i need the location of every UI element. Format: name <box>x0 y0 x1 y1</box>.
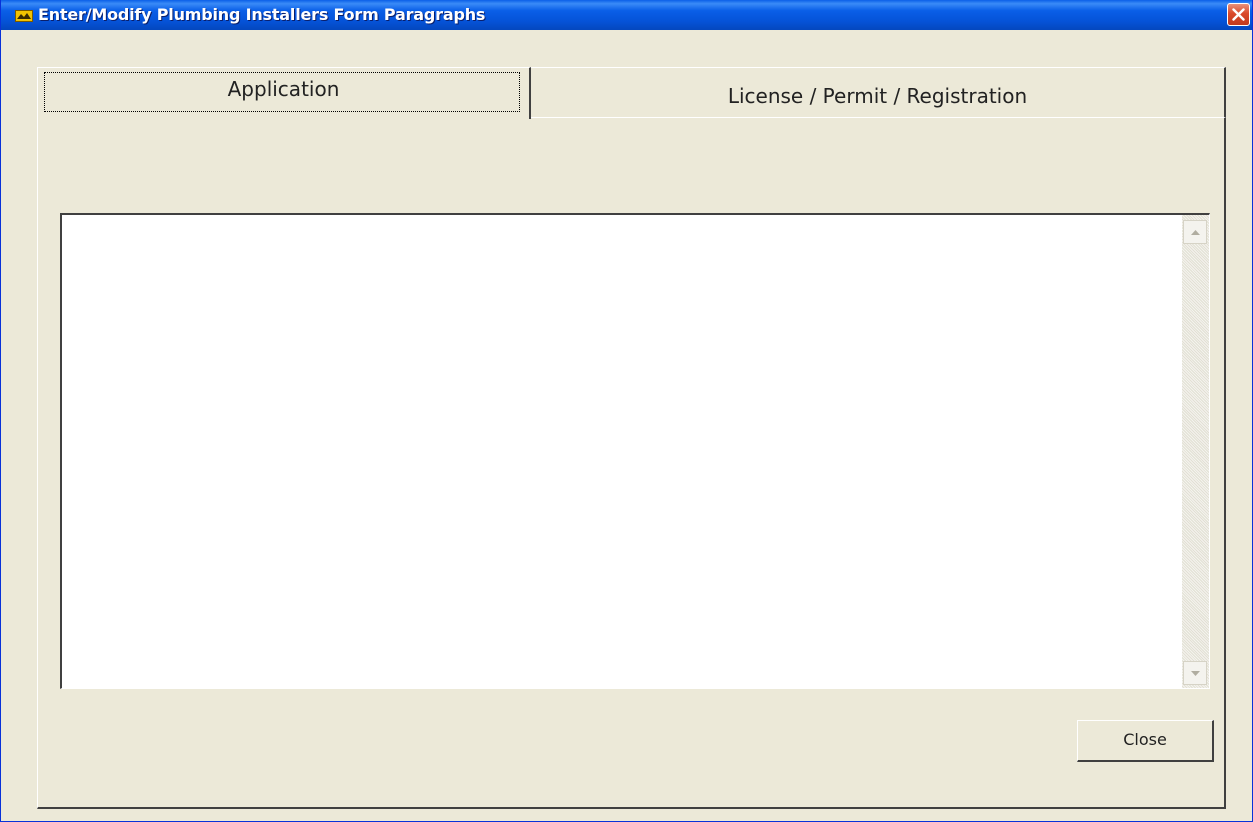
scroll-down-button[interactable] <box>1183 661 1207 685</box>
app-icon <box>15 10 33 22</box>
tab-license-permit-registration[interactable]: License / Permit / Registration <box>531 67 1226 117</box>
dialog-window: Enter/Modify Plumbing Installers Form Pa… <box>0 0 1253 822</box>
scroll-up-arrow-icon <box>1191 230 1200 235</box>
window-title: Enter/Modify Plumbing Installers Form Pa… <box>38 5 486 24</box>
tab-application[interactable]: Application <box>37 67 531 119</box>
close-button[interactable]: Close <box>1077 720 1214 762</box>
tab-label: License / Permit / Registration <box>727 84 1028 108</box>
vertical-scrollbar[interactable] <box>1182 215 1209 688</box>
paragraph-text-input[interactable] <box>62 215 1180 688</box>
paragraph-text-area <box>60 213 1210 689</box>
tab-label: Application <box>227 77 340 101</box>
scroll-down-arrow-icon <box>1191 671 1200 676</box>
title-bar[interactable]: Enter/Modify Plumbing Installers Form Pa… <box>1 0 1252 30</box>
scroll-up-button[interactable] <box>1183 220 1207 244</box>
close-icon <box>1232 8 1245 21</box>
window-close-button[interactable] <box>1227 3 1250 26</box>
